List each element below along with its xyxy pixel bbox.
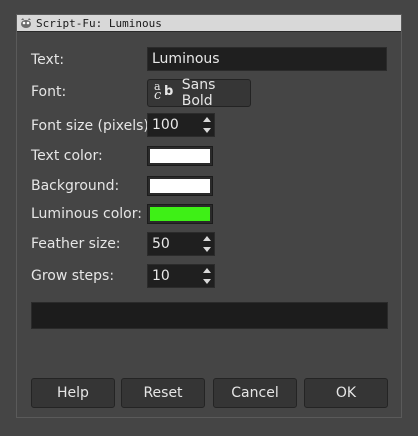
cancel-button[interactable]: Cancel [213,378,297,408]
grow-steps-value: 10 [152,268,170,284]
grow-steps-label: Grow steps: [31,268,115,284]
font-glyph-icon: a c b [154,80,174,103]
font-size-value: 100 [152,117,179,133]
feather-size-spinner[interactable]: 50 [147,232,215,256]
arrow-up-icon[interactable] [203,117,211,122]
luminous-color-label: Luminous color: [31,206,142,222]
text-color-button[interactable] [147,146,213,166]
feather-size-label: Feather size: [31,236,121,252]
text-label: Text: [31,52,65,68]
luminous-color-swatch [150,207,210,221]
grow-steps-spinner[interactable]: 10 [147,264,215,288]
arrow-down-icon[interactable] [203,128,211,133]
font-name: Sans Bold [181,77,216,109]
background-color-button[interactable] [147,176,213,196]
text-color-label: Text color: [31,148,103,164]
font-size-label: Font size (pixels): [31,118,154,134]
reset-button[interactable]: Reset [121,378,205,408]
window-title: Script-Fu: Luminous [36,16,162,30]
arrow-down-icon[interactable] [203,247,211,252]
title-bar[interactable]: Script-Fu: Luminous [17,15,401,32]
text-color-swatch [150,149,210,163]
background-label: Background: [31,178,120,194]
gimp-wilber-icon [19,17,33,29]
background-color-swatch [150,179,210,193]
luminous-color-button[interactable] [147,204,213,224]
feather-size-value: 50 [152,236,170,252]
ok-button[interactable]: OK [304,378,388,408]
arrow-up-icon[interactable] [203,236,211,241]
help-button[interactable]: Help [31,378,115,408]
arrow-down-icon[interactable] [203,279,211,284]
text-input[interactable]: Luminous [147,47,387,71]
arrow-up-icon[interactable] [203,268,211,273]
progress-bar [31,302,388,329]
font-selector-button[interactable]: a c b Sans Bold [147,77,251,109]
font-label: Font: [31,84,67,100]
font-size-spinner[interactable]: 100 [147,113,215,137]
script-fu-dialog: Script-Fu: Luminous Text: Luminous Font:… [16,14,402,418]
